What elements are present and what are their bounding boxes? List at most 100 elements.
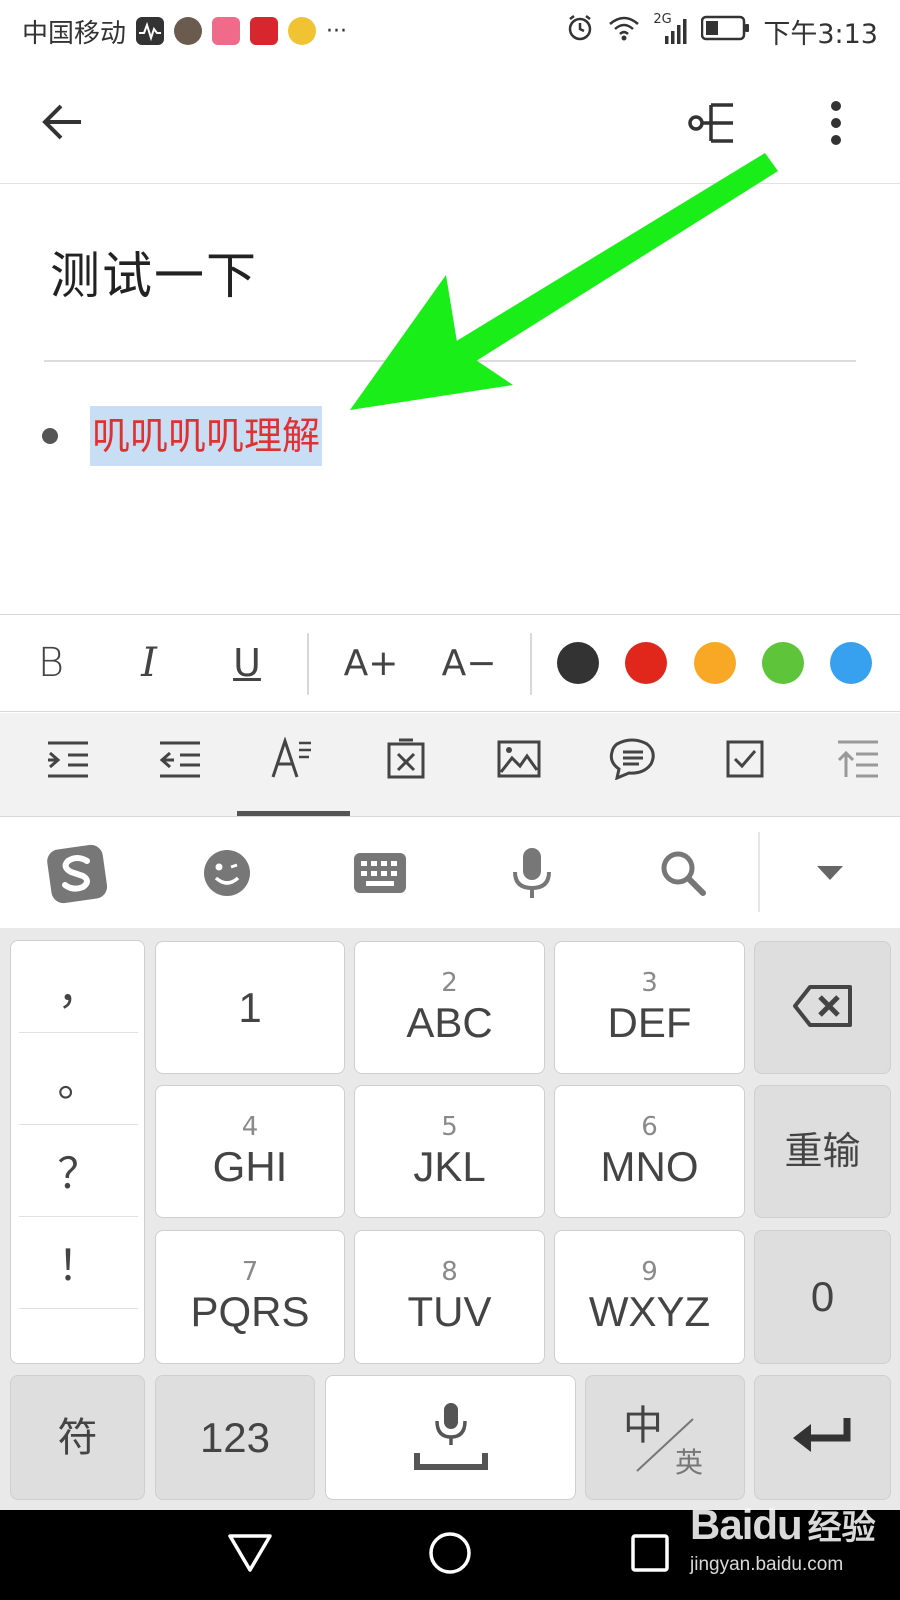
- key-8-number: 8: [441, 1257, 458, 1287]
- color-swatch-black[interactable]: [557, 642, 599, 684]
- italic-label: I: [141, 640, 157, 686]
- numeric-key[interactable]: 123: [155, 1375, 315, 1500]
- bold-button[interactable]: B: [20, 615, 82, 711]
- punct-key-period[interactable]: 。: [19, 1033, 138, 1125]
- bullet-dot: [42, 428, 58, 444]
- key-6-mno[interactable]: 6 MNO: [554, 1085, 745, 1218]
- key-1[interactable]: 1: [155, 941, 345, 1074]
- bullet-text-selected[interactable]: 叽叽叽叽理解: [90, 406, 323, 466]
- punct-key-exclaim[interactable]: ！: [19, 1217, 138, 1309]
- emoji-icon: [202, 848, 252, 902]
- tools-toolbar: [0, 713, 900, 817]
- nav-back-button[interactable]: [220, 1525, 280, 1585]
- font-decrease-label: A−: [441, 642, 497, 684]
- key-7-number: 7: [241, 1257, 259, 1287]
- enter-icon: [791, 1416, 855, 1460]
- key-7-pqrs[interactable]: 7 PQRS: [155, 1230, 345, 1364]
- indent-button[interactable]: [38, 731, 98, 791]
- key-6-label: MNO: [600, 1142, 699, 1190]
- enter-key[interactable]: [754, 1375, 891, 1500]
- language-switch-key[interactable]: 中 英: [585, 1375, 745, 1500]
- key-5-jkl[interactable]: 5 JKL: [354, 1085, 545, 1218]
- numeric-key-label: 123: [199, 1413, 271, 1461]
- text-style-button[interactable]: [263, 731, 323, 791]
- font-increase-label: A+: [343, 642, 399, 684]
- watermark-url: jingyan.baidu.com: [690, 1554, 844, 1575]
- nav-recents-button[interactable]: [620, 1525, 680, 1585]
- arrow-left-icon: [39, 99, 85, 149]
- activity-icon: [136, 17, 165, 45]
- status-time: 下午3:13: [763, 18, 878, 50]
- outdent-button[interactable]: [150, 731, 210, 791]
- key-8-tuv[interactable]: 8 TUV: [354, 1230, 545, 1364]
- sogou-menu-button[interactable]: [40, 838, 114, 912]
- key-9-wxyz[interactable]: 9 WXYZ: [554, 1230, 745, 1364]
- search-icon: [659, 849, 707, 901]
- battery-icon: [701, 15, 751, 48]
- key-4-ghi[interactable]: 4 GHI: [155, 1085, 345, 1218]
- face-app-icon: [212, 17, 241, 45]
- watermark-sub: 经验: [807, 1509, 876, 1547]
- underline-label: U: [233, 641, 261, 685]
- color-swatch-red[interactable]: [625, 642, 667, 684]
- reset-input-key[interactable]: 重输: [754, 1085, 891, 1218]
- language-switch-content: 中 英: [615, 1393, 715, 1483]
- status-left: 中国移动 ···: [22, 13, 347, 50]
- key-0[interactable]: 0: [754, 1230, 891, 1364]
- key-5-number: 5: [441, 1111, 458, 1142]
- backspace-icon: [792, 984, 854, 1032]
- key-3-def[interactable]: 3 DEF: [554, 941, 745, 1074]
- mind-map-icon: [687, 97, 739, 153]
- format-toolbar: B I U A+ A−: [0, 614, 900, 712]
- font-size-increase-button[interactable]: A+: [336, 615, 406, 711]
- key-4-label: GHI: [212, 1142, 288, 1190]
- color-swatch-orange[interactable]: [694, 642, 736, 684]
- color-swatch-green[interactable]: [762, 642, 804, 684]
- checklist-button[interactable]: [715, 731, 775, 791]
- punctuation-column[interactable]: ， 。 ？ ！: [10, 940, 145, 1364]
- mind-map-button[interactable]: [680, 92, 746, 158]
- ime-search-button[interactable]: [648, 840, 718, 910]
- carrier-label: 中国移动: [22, 18, 127, 49]
- emoji-button[interactable]: [192, 840, 262, 910]
- move-up-icon: [836, 739, 880, 783]
- voice-input-button[interactable]: [497, 840, 567, 910]
- reset-input-label: 重输: [784, 1130, 861, 1173]
- text-style-icon: [271, 736, 315, 785]
- key-2-abc[interactable]: 2 ABC: [354, 941, 545, 1074]
- key-0-label: 0: [810, 1273, 835, 1320]
- note-title[interactable]: 测试一下: [50, 236, 258, 308]
- punct-key-comma[interactable]: ，: [19, 941, 138, 1033]
- back-button[interactable]: [30, 92, 94, 156]
- delete-box-icon: [386, 738, 426, 784]
- key-3-label: DEF: [607, 998, 692, 1046]
- signal-icon: 2G: [653, 12, 689, 46]
- sogou-logo-icon: [45, 841, 109, 909]
- backspace-key[interactable]: [754, 941, 891, 1074]
- active-tab-indicator: [237, 811, 350, 816]
- image-icon: [497, 740, 541, 782]
- space-key[interactable]: [325, 1375, 576, 1500]
- list-style-button[interactable]: [602, 731, 662, 791]
- move-up-button[interactable]: [828, 731, 888, 791]
- more-button[interactable]: [806, 92, 866, 158]
- title-divider: [44, 360, 856, 362]
- symbol-key[interactable]: 符: [10, 1375, 145, 1500]
- baidu-watermark: Baidu 经验 jingyan.baidu.com: [690, 1500, 876, 1575]
- checkbox-icon: [725, 739, 765, 783]
- delete-box-button[interactable]: [376, 731, 436, 791]
- keyboard-switch-button[interactable]: [345, 840, 415, 910]
- more-notifications: ···: [326, 18, 347, 44]
- collapse-keyboard-button[interactable]: [795, 840, 865, 910]
- nav-home-button[interactable]: [420, 1525, 480, 1585]
- font-size-decrease-button[interactable]: A−: [434, 615, 504, 711]
- color-swatch-blue[interactable]: [830, 642, 872, 684]
- punct-key-question[interactable]: ？: [19, 1125, 138, 1217]
- underline-button[interactable]: U: [216, 615, 278, 711]
- weibo-icon: [288, 17, 317, 45]
- keyboard-icon: [353, 852, 407, 898]
- microphone-icon: [510, 846, 554, 904]
- italic-button[interactable]: I: [118, 615, 180, 711]
- insert-image-button[interactable]: [489, 731, 549, 791]
- key-9-number: 9: [641, 1257, 658, 1287]
